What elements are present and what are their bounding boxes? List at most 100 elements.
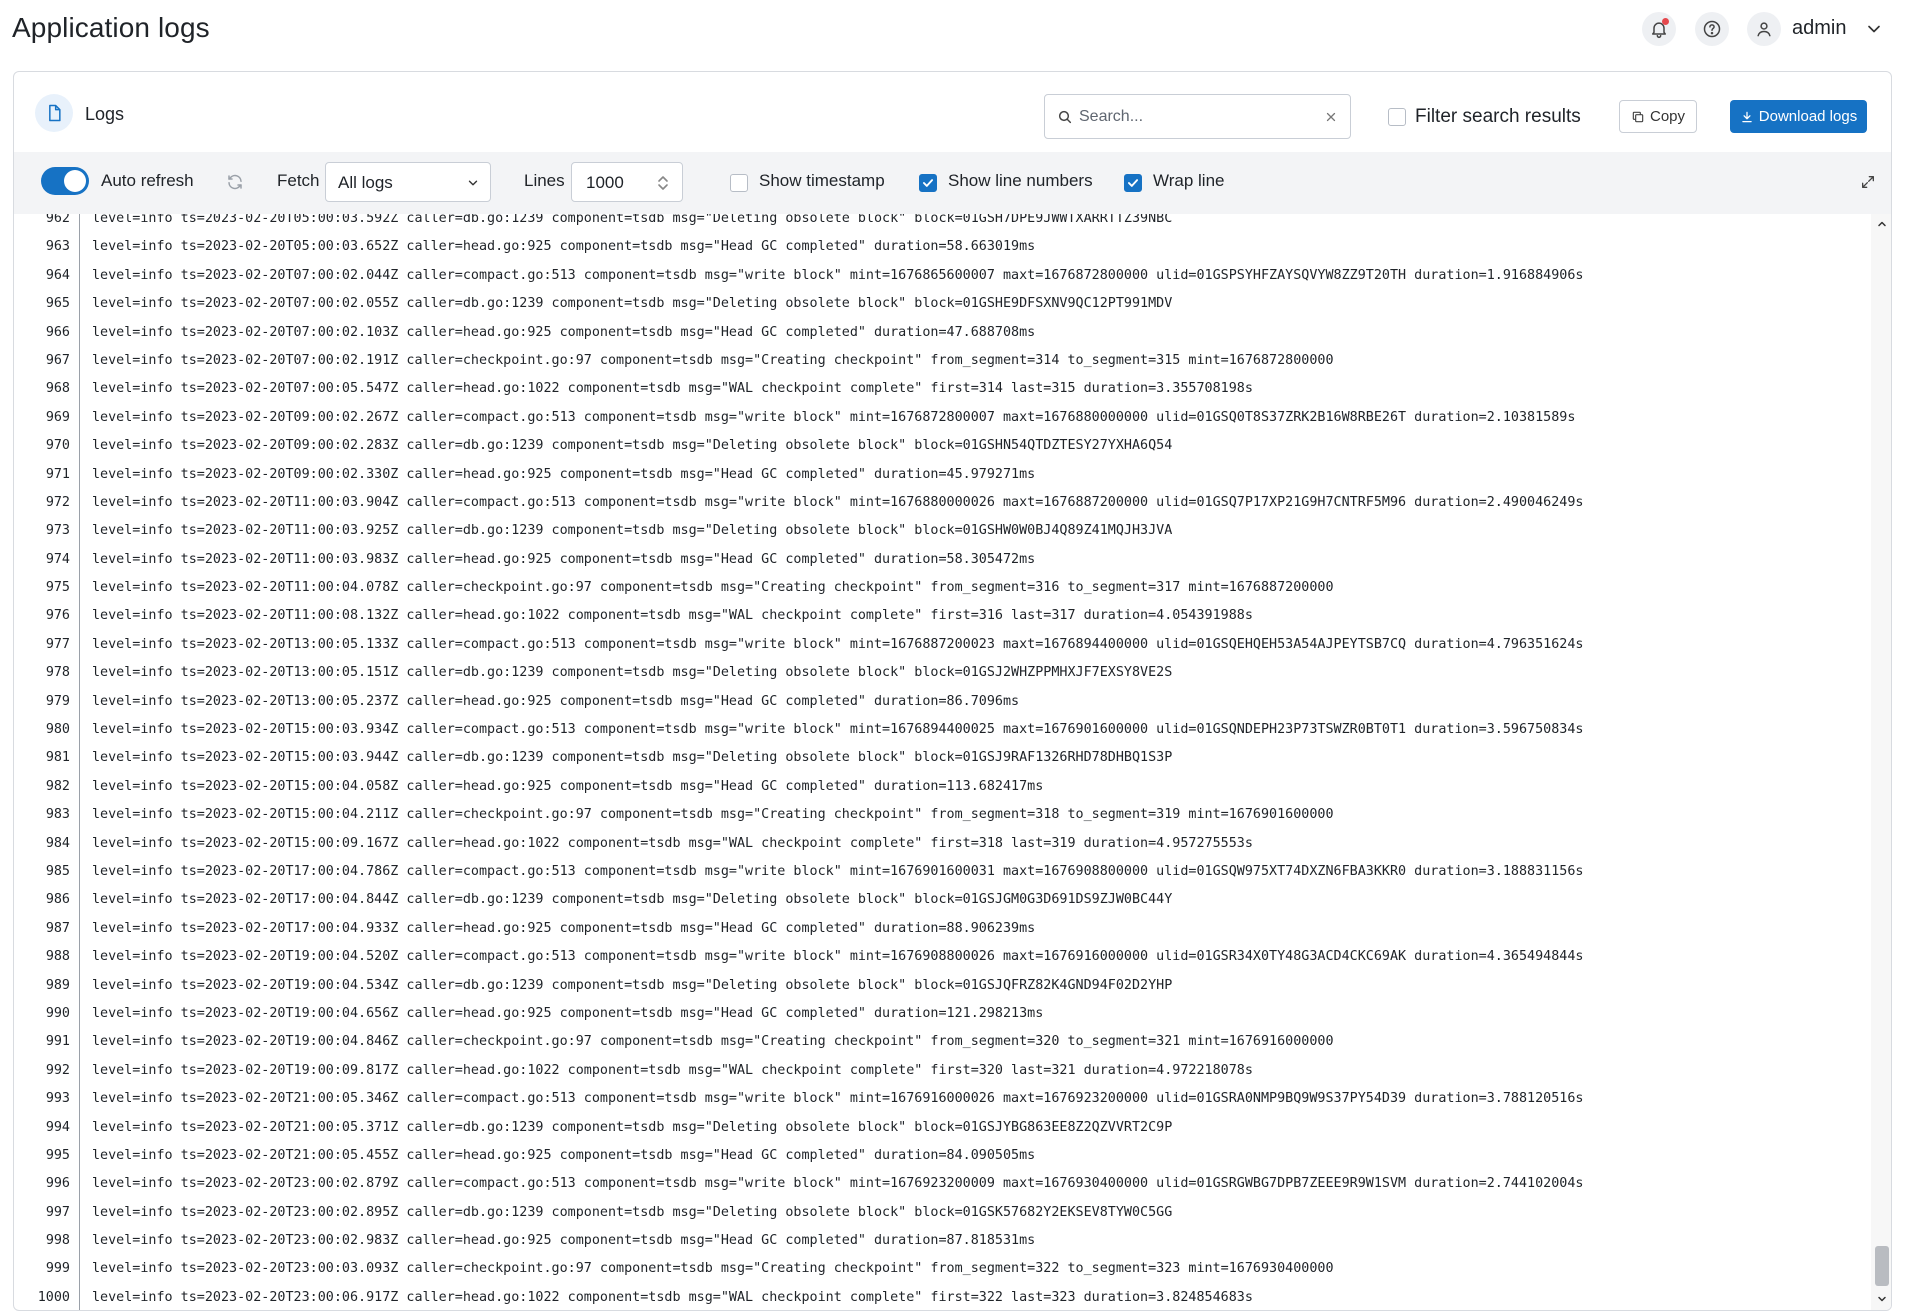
gutter-divider — [79, 971, 80, 1000]
log-toolbar: Auto refresh Fetch All logs Lines 1000 S… — [14, 152, 1891, 214]
log-text: level=info ts=2023-02-20T11:00:03.983Z c… — [92, 551, 1036, 567]
gutter-divider — [79, 1227, 80, 1256]
gutter-divider — [79, 801, 80, 830]
document-icon — [49, 104, 61, 122]
fetch-select[interactable]: All logs — [325, 162, 491, 202]
gutter-divider — [79, 659, 80, 688]
scrollbar-thumb[interactable] — [1875, 1246, 1889, 1286]
log-line: 973 level=info ts=2023-02-20T11:00:03.925… — [14, 517, 1871, 546]
line-number: 982 — [45, 778, 70, 794]
log-text: level=info ts=2023-02-20T19:00:04.656Z c… — [92, 1005, 1044, 1021]
gutter-divider — [79, 1113, 80, 1142]
search-input[interactable] — [1077, 104, 1317, 130]
log-line: 993 level=info ts=2023-02-20T21:00:05.346… — [14, 1085, 1871, 1114]
help-button[interactable] — [1695, 12, 1729, 46]
expand-icon[interactable] — [1860, 174, 1876, 190]
line-number: 970 — [45, 438, 70, 454]
page-title: Application logs — [12, 12, 210, 43]
log-text: level=info ts=2023-02-20T19:00:04.846Z c… — [92, 1034, 1334, 1050]
copy-button[interactable]: Copy — [1619, 100, 1697, 133]
gutter-divider — [79, 630, 80, 660]
log-line: 998 level=info ts=2023-02-20T23:00:02.983… — [14, 1227, 1871, 1256]
log-text: level=info ts=2023-02-20T09:00:02.267Z c… — [92, 409, 1576, 425]
log-line: 990 level=info ts=2023-02-20T19:00:04.656… — [14, 999, 1871, 1029]
close-icon[interactable] — [1324, 110, 1338, 124]
gutter-divider — [79, 857, 80, 887]
chevron-down-icon[interactable] — [1864, 19, 1884, 39]
line-number: 989 — [45, 977, 70, 993]
notifications-button[interactable] — [1642, 12, 1676, 46]
lines-label: Lines — [524, 171, 565, 190]
log-line: 972 level=info ts=2023-02-20T11:00:03.904… — [14, 488, 1871, 518]
chevron-up-icon[interactable] — [1876, 218, 1888, 230]
line-number: 986 — [45, 892, 70, 908]
line-number: 988 — [45, 949, 70, 965]
log-line: 983 level=info ts=2023-02-20T15:00:04.211… — [14, 801, 1871, 830]
log-line: 963 level=info ts=2023-02-20T05:00:03.652… — [14, 233, 1871, 262]
log-text: level=info ts=2023-02-20T17:00:04.844Z c… — [92, 892, 1173, 908]
gutter-divider — [79, 1170, 80, 1199]
log-line: 987 level=info ts=2023-02-20T17:00:04.933… — [14, 914, 1871, 944]
log-text: level=info ts=2023-02-20T05:00:03.592Z c… — [92, 214, 1173, 226]
chevron-down-icon[interactable] — [1876, 1293, 1888, 1305]
log-text: level=info ts=2023-02-20T09:00:02.330Z c… — [92, 466, 1036, 482]
log-line: 999 level=info ts=2023-02-20T23:00:03.093… — [14, 1255, 1871, 1284]
line-number: 990 — [45, 1005, 70, 1021]
log-line: 1000 level=info ts=2023-02-20T23:00:06.91… — [14, 1283, 1871, 1310]
log-line: 962 level=info ts=2023-02-20T05:00:03.592… — [14, 214, 1871, 234]
user-menu-name[interactable]: admin — [1792, 17, 1846, 40]
copy-button-label: Copy — [1649, 108, 1686, 125]
gutter-divider — [79, 886, 80, 915]
log-viewer[interactable]: 962 level=info ts=2023-02-20T05:00:03.592… — [14, 214, 1871, 1310]
log-line: 997 level=info ts=2023-02-20T23:00:02.895… — [14, 1198, 1871, 1228]
log-scrollbar[interactable] — [1871, 214, 1891, 1310]
auto-refresh-toggle[interactable] — [41, 167, 89, 195]
help-icon — [1703, 20, 1721, 38]
line-number: 972 — [45, 494, 70, 510]
line-number: 991 — [45, 1034, 70, 1050]
log-text: level=info ts=2023-02-20T05:00:03.652Z c… — [92, 239, 1036, 255]
log-text: level=info ts=2023-02-20T15:00:04.058Z c… — [92, 778, 1044, 794]
gutter-divider — [79, 517, 80, 546]
lines-stepper[interactable]: 1000 — [571, 162, 683, 202]
log-text: level=info ts=2023-02-20T11:00:03.904Z c… — [92, 494, 1584, 510]
log-text: level=info ts=2023-02-20T07:00:05.547Z c… — [92, 381, 1253, 397]
line-number: 993 — [45, 1091, 70, 1107]
log-text: level=info ts=2023-02-20T09:00:02.283Z c… — [92, 438, 1173, 454]
wrap-line-checkbox[interactable] — [1124, 174, 1142, 192]
gutter-divider — [79, 346, 80, 376]
stepper-icon[interactable] — [656, 173, 670, 193]
gutter-divider — [79, 1028, 80, 1057]
line-number: 964 — [45, 267, 70, 283]
show-timestamp-checkbox[interactable] — [730, 174, 748, 192]
gutter-divider — [79, 999, 80, 1029]
log-line: 991 level=info ts=2023-02-20T19:00:04.846… — [14, 1028, 1871, 1057]
gutter-divider — [79, 1085, 80, 1114]
log-lines: 962 level=info ts=2023-02-20T05:00:03.592… — [14, 214, 1871, 1310]
log-text: level=info ts=2023-02-20T07:00:02.055Z c… — [92, 296, 1173, 312]
download-logs-button[interactable]: Download logs — [1730, 100, 1867, 133]
line-number: 977 — [45, 636, 70, 652]
search-field[interactable] — [1044, 94, 1351, 139]
gutter-divider — [79, 1056, 80, 1086]
show-line-numbers-checkbox[interactable] — [919, 174, 937, 192]
log-line: 964 level=info ts=2023-02-20T07:00:02.044… — [14, 261, 1871, 291]
logs-card: Logs Filter search results Copy Download… — [13, 71, 1892, 1311]
gutter-divider — [79, 1283, 80, 1310]
download-icon — [1742, 111, 1752, 122]
show-timestamp-label: Show timestamp — [759, 171, 885, 190]
log-line: 977 level=info ts=2023-02-20T13:00:05.133… — [14, 630, 1871, 660]
line-number: 983 — [45, 807, 70, 823]
log-line: 966 level=info ts=2023-02-20T07:00:02.103… — [14, 318, 1871, 347]
gutter-divider — [79, 829, 80, 858]
toggle-knob — [64, 170, 86, 192]
log-line: 989 level=info ts=2023-02-20T19:00:04.534… — [14, 971, 1871, 1000]
log-text: level=info ts=2023-02-20T07:00:02.191Z c… — [92, 352, 1334, 368]
line-number: 969 — [45, 409, 70, 425]
refresh-icon[interactable] — [226, 173, 244, 191]
log-text: level=info ts=2023-02-20T21:00:05.346Z c… — [92, 1091, 1584, 1107]
user-avatar[interactable] — [1747, 12, 1781, 46]
gutter-divider — [79, 716, 80, 745]
gutter-divider — [79, 318, 80, 347]
filter-search-results-checkbox[interactable] — [1388, 108, 1406, 126]
